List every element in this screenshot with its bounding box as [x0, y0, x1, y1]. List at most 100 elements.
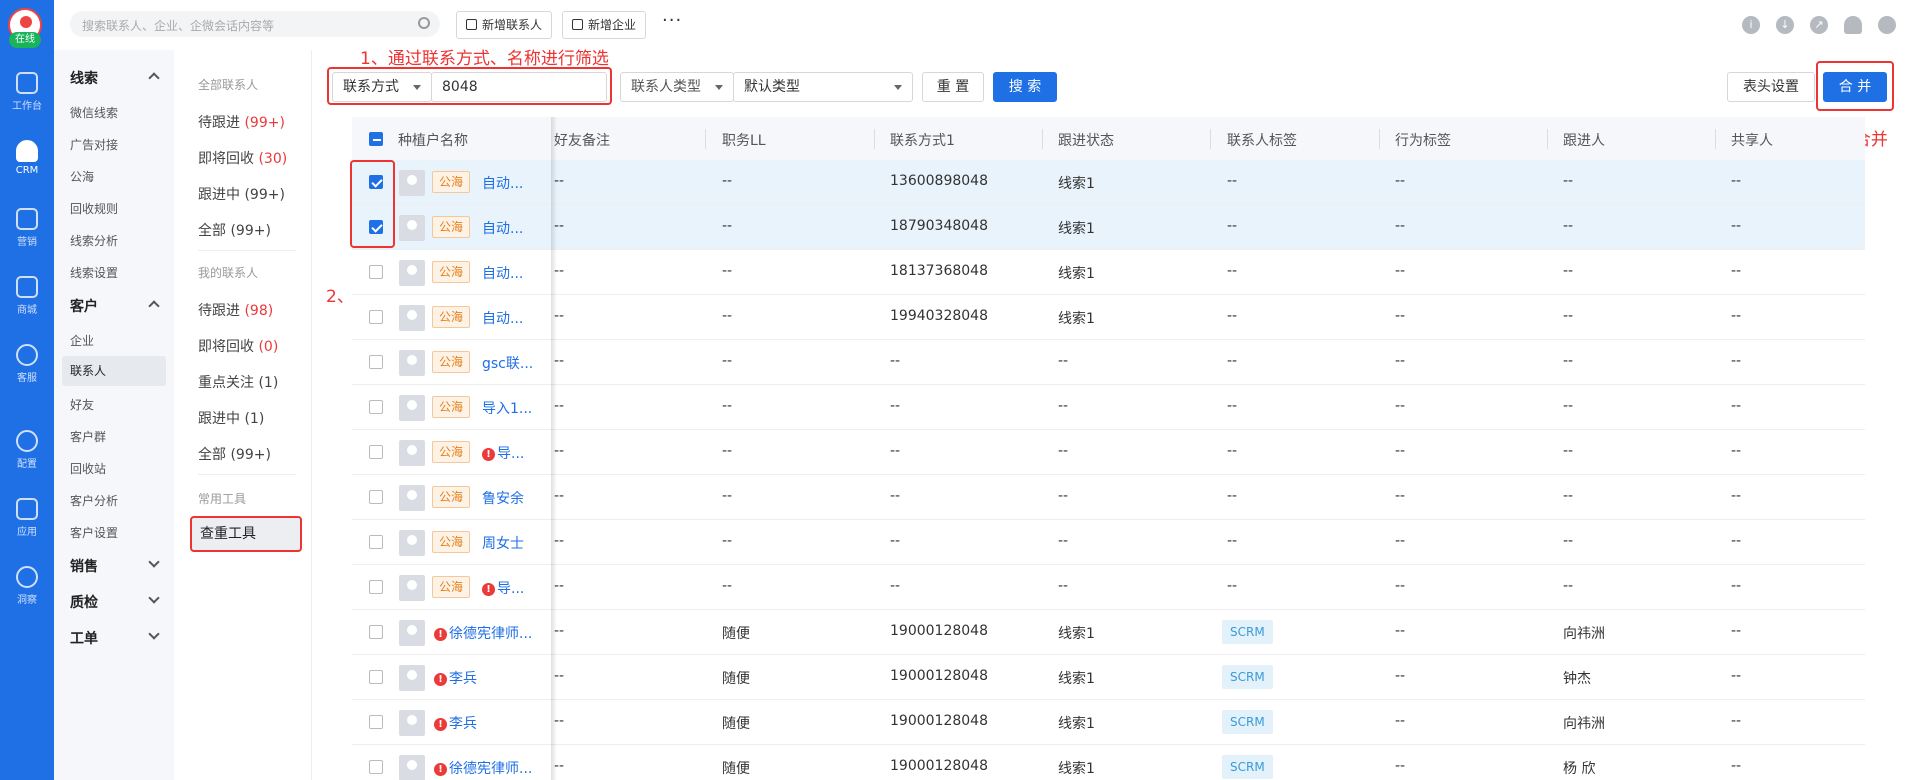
column-header[interactable]: 联系方式1 [890, 130, 955, 150]
row-checkbox[interactable] [369, 265, 383, 279]
nav-item[interactable]: 客户分析 [70, 492, 118, 509]
contact-name-link[interactable]: 周女士 [482, 533, 524, 553]
table-row[interactable]: 公海 自动... -- -- 13600898048 线索1 -- -- -- -- [352, 160, 1865, 205]
table-row[interactable]: 公海 自动... -- -- 18137368048 线索1 -- -- -- -- [352, 250, 1865, 295]
nav-item[interactable]: 微信线索 [70, 104, 118, 121]
nav-item[interactable]: 线索设置 [70, 264, 118, 281]
column-settings-button[interactable]: 表头设置 [1727, 72, 1815, 102]
nav-group-customers[interactable]: 客户 [70, 296, 98, 316]
row-checkbox[interactable] [369, 445, 383, 459]
share-icon[interactable]: ↗ [1810, 16, 1828, 34]
filter-field-select[interactable]: 联系方式 [332, 72, 432, 102]
view-item[interactable]: 待跟进 (98) [198, 300, 273, 320]
contact-name-link[interactable]: 自动... [482, 308, 523, 328]
chevron-up-icon[interactable] [148, 300, 160, 312]
row-checkbox[interactable] [369, 400, 383, 414]
nav-item[interactable]: 回收站 [70, 460, 106, 477]
search-button[interactable]: 搜 索 [993, 72, 1057, 102]
contact-name-link[interactable]: ! 导... [482, 578, 524, 598]
column-header[interactable]: 种植户名称 [398, 130, 468, 150]
column-header[interactable]: 行为标签 [1395, 130, 1451, 150]
nav-group-qc[interactable]: 质检 [70, 592, 98, 612]
row-checkbox[interactable] [369, 310, 383, 324]
contact-name-link[interactable]: 鲁安余 [482, 488, 524, 508]
reset-button[interactable]: 重 置 [922, 72, 984, 102]
column-header[interactable]: 好友备注 [554, 130, 610, 150]
table-row[interactable]: ! 李兵 -- 随便 19000128048 线索1 SCRM -- 向祎洲 -- [352, 700, 1865, 745]
chevron-down-icon[interactable] [148, 592, 160, 604]
nav-item[interactable]: 客户群 [70, 428, 106, 445]
view-item[interactable]: 即将回收 (30) [198, 148, 287, 168]
nav-item[interactable]: 公海 [70, 168, 94, 185]
row-checkbox[interactable] [369, 760, 383, 774]
view-item[interactable]: 全部 (99+) [198, 220, 271, 240]
row-checkbox[interactable] [369, 670, 383, 684]
merge-button[interactable]: 合 并 [1823, 72, 1887, 102]
table-row[interactable]: 公海 周女士 -- -- -- -- -- -- -- -- [352, 520, 1865, 565]
table-row[interactable]: ! 李兵 -- 随便 19000128048 线索1 SCRM -- 钟杰 -- [352, 655, 1865, 700]
chevron-up-icon[interactable] [148, 72, 160, 84]
view-item[interactable]: 待跟进 (99+) [198, 112, 285, 132]
table-row[interactable]: 公海 自动... -- -- 18790348048 线索1 -- -- -- -- [352, 205, 1865, 250]
nav-group-leads[interactable]: 线索 [70, 68, 98, 88]
row-checkbox[interactable] [369, 535, 383, 549]
contact-type-select[interactable]: 默认类型 [733, 72, 913, 102]
contact-name-link[interactable]: ! 导... [482, 443, 524, 463]
rail-item-service[interactable]: 客服 [0, 344, 54, 384]
rail-item-workbench[interactable]: 工作台 [0, 72, 54, 112]
contact-name-link[interactable]: 自动... [482, 263, 523, 283]
rail-item-mall[interactable]: 商城 [0, 276, 54, 316]
row-checkbox[interactable] [369, 355, 383, 369]
table-row[interactable]: 公海 gsc联... -- -- -- -- -- -- -- -- [352, 340, 1865, 385]
column-header[interactable]: 共享人 [1731, 130, 1773, 150]
view-item[interactable]: 重点关注 (1) [198, 372, 278, 392]
bell-icon[interactable] [1844, 16, 1862, 34]
nav-item[interactable]: 好友 [70, 396, 94, 413]
nav-group-tickets[interactable]: 工单 [70, 628, 98, 648]
download-icon[interactable]: ↓ [1776, 16, 1794, 34]
contact-name-link[interactable]: ! 徐德宪律师... [434, 758, 532, 778]
add-contact-button[interactable]: 新增联系人 [456, 11, 553, 39]
view-item[interactable]: 即将回收 (0) [198, 336, 278, 356]
table-row[interactable]: ! 徐德宪律师... -- 随便 19000128048 线索1 SCRM -- 杨 欣 -- [352, 745, 1865, 780]
contact-name-link[interactable]: 导入1... [482, 398, 532, 418]
nav-item[interactable]: 企业 [70, 332, 94, 349]
nav-group-sales[interactable]: 销售 [70, 556, 98, 576]
table-row[interactable]: 公海! 导... -- -- -- -- -- -- -- -- [352, 565, 1865, 610]
add-company-button[interactable]: 新增企业 [562, 11, 647, 39]
rail-item-crm[interactable]: CRM [0, 140, 54, 176]
rail-item-insight[interactable]: 洞察 [0, 566, 54, 606]
chevron-down-icon[interactable] [148, 556, 160, 568]
table-row[interactable]: 公海 自动... -- -- 19940328048 线索1 -- -- -- -- [352, 295, 1865, 340]
table-row[interactable]: ! 徐德宪律师... -- 随便 19000128048 线索1 SCRM -- 向祎洲 -- [352, 610, 1865, 655]
column-header[interactable]: 跟进人 [1563, 130, 1605, 150]
nav-item[interactable]: 线索分析 [70, 232, 118, 249]
row-checkbox[interactable] [369, 715, 383, 729]
contact-name-link[interactable]: ! 李兵 [434, 668, 477, 688]
contact-type-label[interactable]: 联系人类型 [620, 72, 734, 102]
view-item[interactable]: 跟进中 (1) [198, 408, 264, 428]
contact-name-link[interactable]: ! 徐德宪律师... [434, 623, 532, 643]
view-item[interactable]: 跟进中 (99+) [198, 184, 285, 204]
column-header[interactable]: 跟进状态 [1058, 130, 1114, 150]
column-header[interactable]: 职务LL [722, 130, 766, 150]
rail-item-apps[interactable]: 应用 [0, 498, 54, 538]
view-item[interactable]: 全部 (99+) [198, 444, 271, 464]
contact-name-link[interactable]: 自动... [482, 173, 523, 193]
global-search-input[interactable]: 搜索联系人、企业、企微会话内容等 [70, 11, 440, 37]
nav-item[interactable]: 回收规则 [70, 200, 118, 217]
row-checkbox[interactable] [369, 580, 383, 594]
contact-name-link[interactable]: 自动... [482, 218, 523, 238]
dedupe-tool-item[interactable]: 查重工具 [190, 516, 302, 552]
row-checkbox[interactable] [369, 490, 383, 504]
table-row[interactable]: 公海! 导... -- -- -- -- -- -- -- -- [352, 430, 1865, 475]
rail-item-marketing[interactable]: 营销 [0, 208, 54, 248]
table-row[interactable]: 公海 导入1... -- -- -- -- -- -- -- -- [352, 385, 1865, 430]
filter-value-input[interactable]: 8048 [431, 72, 607, 102]
info-icon[interactable]: i [1742, 16, 1760, 34]
table-row[interactable]: 公海 鲁安余 -- -- -- -- -- -- -- -- [352, 475, 1865, 520]
column-header[interactable]: 联系人标签 [1227, 130, 1297, 150]
nav-item-contacts[interactable]: 联系人 [62, 356, 166, 386]
contact-name-link[interactable]: gsc联... [482, 353, 533, 373]
nav-item[interactable]: 客户设置 [70, 524, 118, 541]
